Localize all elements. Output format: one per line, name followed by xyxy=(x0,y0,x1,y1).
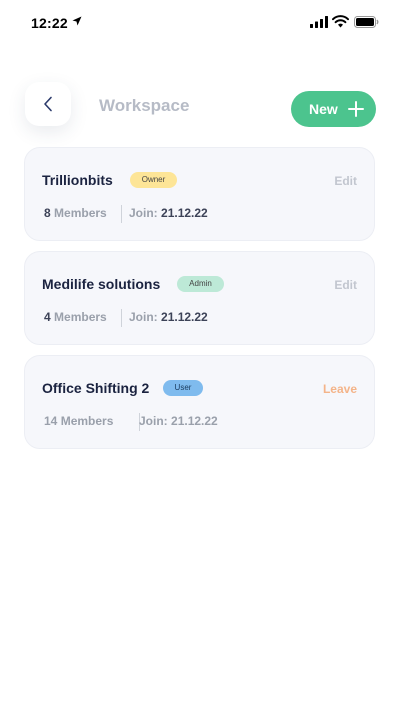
members-number: 14 xyxy=(44,414,58,428)
edit-button[interactable]: Edit xyxy=(334,278,357,292)
location-arrow-icon xyxy=(72,16,82,26)
edit-button[interactable]: Edit xyxy=(334,174,357,188)
members-number: 8 xyxy=(44,206,51,220)
page-title: Workspace xyxy=(99,96,190,115)
workspace-card[interactable]: Office Shifting 2 User Leave 14 Members … xyxy=(24,355,375,449)
status-time: 12:22 xyxy=(31,15,68,31)
workspace-name: Office Shifting 2 xyxy=(42,380,150,396)
back-button[interactable] xyxy=(25,82,71,126)
members-label: Members xyxy=(54,206,107,220)
members-count: 8 Members xyxy=(44,206,107,220)
signal-icon xyxy=(310,16,328,28)
plus-icon xyxy=(348,101,364,117)
members-label: Members xyxy=(60,414,114,428)
leave-button[interactable]: Leave xyxy=(323,382,357,396)
meta-divider xyxy=(121,309,122,327)
join-date: Join: 21.12.22 xyxy=(139,414,218,428)
join-label: Join: xyxy=(129,206,158,220)
members-count: 4 Members xyxy=(44,310,107,324)
workspace-name: Trillionbits xyxy=(42,172,113,188)
chevron-left-icon xyxy=(44,96,52,112)
members-label: Members xyxy=(54,310,107,324)
join-date-value: 21.12.22 xyxy=(161,310,208,324)
join-date-value: 21.12.22 xyxy=(161,206,208,220)
new-workspace-button[interactable]: New xyxy=(291,91,376,127)
members-count: 14 Members xyxy=(44,414,113,428)
wifi-icon xyxy=(332,15,349,28)
battery-icon xyxy=(354,16,379,28)
members-number: 4 xyxy=(44,310,51,324)
workspace-card[interactable]: Medilife solutions Admin Edit 4 Members … xyxy=(24,251,375,345)
meta-divider xyxy=(121,205,122,223)
role-badge: User xyxy=(163,380,203,396)
workspace-name: Medilife solutions xyxy=(42,276,161,292)
join-label: Join: xyxy=(139,414,168,428)
join-date: Join: 21.12.22 xyxy=(129,206,208,220)
role-badge: Owner xyxy=(130,172,177,188)
status-bar: 12:22 xyxy=(0,0,400,46)
role-badge: Admin xyxy=(177,276,224,292)
join-label: Join: xyxy=(129,310,158,324)
join-date: Join: 21.12.22 xyxy=(129,310,208,324)
new-button-label: New xyxy=(309,101,338,117)
workspace-card[interactable]: Trillionbits Owner Edit 8 Members Join: … xyxy=(24,147,375,241)
join-date-value: 21.12.22 xyxy=(171,414,218,428)
